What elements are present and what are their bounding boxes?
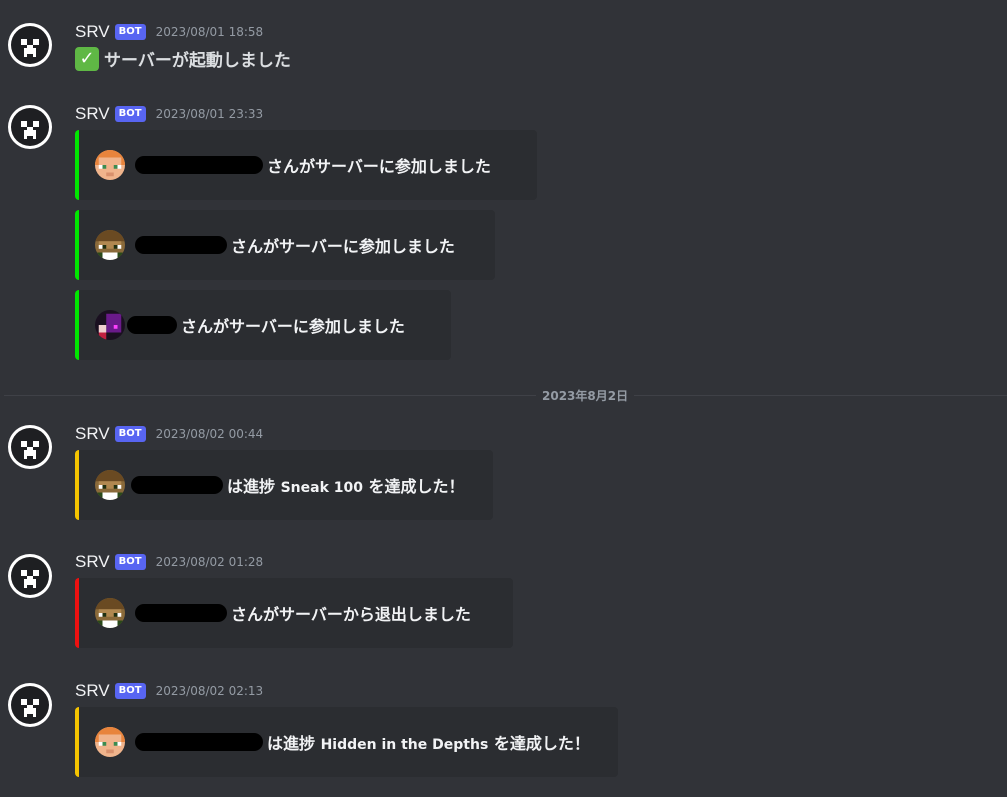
date-divider-line [4,395,1007,396]
player-head-icon [95,310,125,340]
player-head-icon [95,598,125,628]
embed-text: さんがサーバーに参加しました [231,237,455,256]
creeper-icon [18,435,42,459]
advancement-name: Hidden in the Depths [320,737,489,753]
embed-join: さんがサーバーに参加しました [75,290,451,360]
timestamp[interactable]: 2023/08/01 18:58 [156,25,264,39]
timestamp[interactable]: 2023/08/02 02:13 [156,684,264,698]
embed-advancement: は進捗 Hidden in the Depths を達成した！ [75,707,618,777]
creeper-icon [18,564,42,588]
embed-text-post: を達成した！ [488,734,590,753]
embed-text: は進捗 Sneak 100 を達成した！ [227,473,465,497]
username[interactable]: SRV [75,104,110,124]
redacted-name [127,316,177,334]
advancement-name: Sneak 100 [280,480,363,496]
creeper-icon [18,693,42,717]
redacted-name [135,733,263,751]
embed-join: さんがサーバーに参加しました [75,130,537,200]
embed-text-pre: は進捗 [227,477,281,496]
bot-tag: BOT [114,106,146,122]
bot-tag: BOT [114,554,146,570]
bot-tag: BOT [114,426,146,442]
embed-text: さんがサーバーに参加しました [181,317,405,336]
check-mark-icon: ✓ [75,46,99,71]
bot-avatar[interactable] [8,425,52,469]
bot-avatar[interactable] [8,105,52,149]
embed-text: さんがサーバーに参加しました [267,157,491,176]
embed-text: は進捗 Hidden in the Depths を達成した！ [267,730,590,754]
embed-join: さんがサーバーに参加しました [75,210,495,280]
player-head-icon [95,230,125,260]
bot-avatar[interactable] [8,683,52,727]
bot-tag: BOT [114,24,146,40]
embed-text-pre: は進捗 [267,734,321,753]
username[interactable]: SRV [75,22,110,42]
creeper-icon [18,115,42,139]
timestamp[interactable]: 2023/08/02 00:44 [156,427,264,441]
embed-text-post: を達成した！ [362,477,465,496]
redacted-name [135,156,263,174]
redacted-name [131,476,223,494]
bot-avatar[interactable] [8,554,52,598]
creeper-icon [18,33,42,57]
timestamp[interactable]: 2023/08/02 01:28 [156,555,264,569]
player-head-icon [95,470,125,500]
message-content: ✓ サーバーが起動しました [75,46,291,71]
username[interactable]: SRV [75,552,110,572]
redacted-name [135,236,227,254]
date-divider: 2023年8月2日 [536,387,635,404]
bot-avatar[interactable] [8,23,52,67]
username[interactable]: SRV [75,681,110,701]
timestamp[interactable]: 2023/08/01 23:33 [156,107,264,121]
username[interactable]: SRV [75,424,110,444]
player-head-icon [95,727,125,757]
embed-leave: さんがサーバーから退出しました [75,578,513,648]
redacted-name [135,604,227,622]
embed-advancement: は進捗 Sneak 100 を達成した！ [75,450,493,520]
player-head-icon [95,150,125,180]
bot-tag: BOT [114,683,146,699]
embed-text: さんがサーバーから退出しました [231,605,471,624]
message-text: サーバーが起動しました [104,51,291,71]
